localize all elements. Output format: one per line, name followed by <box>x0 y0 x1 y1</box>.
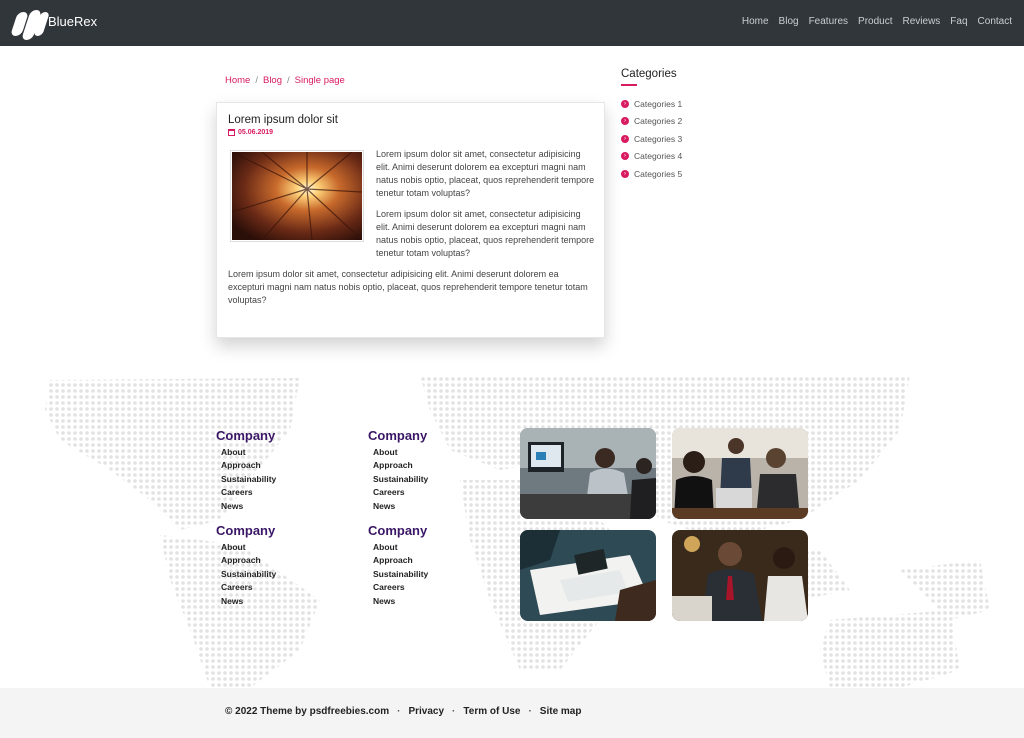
separator: · <box>397 706 401 717</box>
post-image <box>230 150 364 242</box>
category-label: Categories 1 <box>634 98 683 109</box>
category-label: Categories 2 <box>634 116 683 127</box>
footer-link-careers[interactable]: Careers <box>221 487 276 500</box>
separator: · <box>452 706 456 717</box>
category-item[interactable]: › Categories 1 <box>621 95 682 113</box>
nav-blog[interactable]: Blog <box>779 16 799 27</box>
footer-column-heading: Company <box>216 428 276 443</box>
brand-logo-icon[interactable] <box>10 6 50 40</box>
nav-faq[interactable]: Faq <box>950 16 967 27</box>
breadcrumb-current[interactable]: Single page <box>295 75 345 86</box>
category-label: Categories 4 <box>634 151 683 162</box>
footer-column: Company About Approach Sustainability Ca… <box>216 428 276 514</box>
breadcrumb: Home / Blog / Single page <box>225 75 345 86</box>
footer-column-heading: Company <box>216 523 276 538</box>
gallery-photo[interactable] <box>520 530 656 621</box>
gallery-photo[interactable] <box>520 428 656 519</box>
nav-reviews[interactable]: Reviews <box>903 16 941 27</box>
footer-column: Company About Approach Sustainability Ca… <box>368 523 428 609</box>
breadcrumb-separator: / <box>255 75 258 86</box>
post-date-text: 05.06.2019 <box>238 129 274 136</box>
sitemap-link[interactable]: Site map <box>540 706 582 717</box>
chevron-right-icon: › <box>621 152 629 161</box>
category-item[interactable]: › Categories 4 <box>621 148 682 166</box>
footer-link-approach[interactable]: Approach <box>373 460 428 473</box>
gallery-photo[interactable] <box>672 530 808 621</box>
footer-link-approach[interactable]: Approach <box>221 555 276 568</box>
category-label: Categories 3 <box>634 133 683 144</box>
category-item[interactable]: › Categories 3 <box>621 130 682 148</box>
footer-link-sustainability[interactable]: Sustainability <box>221 474 276 487</box>
footer-link-approach[interactable]: Approach <box>221 460 276 473</box>
category-label: Categories 5 <box>634 168 683 179</box>
nav-home[interactable]: Home <box>742 16 769 27</box>
world-map-background <box>45 375 990 688</box>
footer-column: Company About Approach Sustainability Ca… <box>368 428 428 514</box>
footer-link-sustainability[interactable]: Sustainability <box>221 569 276 582</box>
footer-column-heading: Company <box>368 428 428 443</box>
terms-link[interactable]: Term of Use <box>463 706 520 717</box>
categories-list: › Categories 1 › Categories 2 › Categories … <box>621 95 682 183</box>
footer-column: Company About Approach Sustainability Ca… <box>216 523 276 609</box>
brand-name[interactable]: BlueRex <box>48 14 97 29</box>
footer-link-sustainability[interactable]: Sustainability <box>373 474 428 487</box>
post-title: Lorem ipsum dolor sit <box>228 114 338 126</box>
top-navbar: BlueRex Home Blog Features Product Revie… <box>0 0 1024 46</box>
breadcrumb-home[interactable]: Home <box>225 75 250 86</box>
breadcrumb-separator: / <box>287 75 290 86</box>
category-item[interactable]: › Categories 5 <box>621 165 682 183</box>
main-nav: Home Blog Features Product Reviews Faq C… <box>742 16 1012 27</box>
categories-title: Categories <box>621 68 677 80</box>
footer-link-about[interactable]: About <box>373 542 428 555</box>
footer-link-news[interactable]: News <box>373 501 428 514</box>
chevron-right-icon: › <box>621 169 629 178</box>
breadcrumb-blog[interactable]: Blog <box>263 75 282 86</box>
bottom-links: © 2022 Theme by psdfreebies.com · Privac… <box>225 706 581 717</box>
footer-link-sustainability[interactable]: Sustainability <box>373 569 428 582</box>
nav-features[interactable]: Features <box>809 16 848 27</box>
footer-link-news[interactable]: News <box>221 596 276 609</box>
nav-contact[interactable]: Contact <box>978 16 1012 27</box>
footer-link-approach[interactable]: Approach <box>373 555 428 568</box>
footer-link-careers[interactable]: Careers <box>221 582 276 595</box>
footer-link-about[interactable]: About <box>221 542 276 555</box>
categories-underline <box>621 84 637 86</box>
nav-product[interactable]: Product <box>858 16 892 27</box>
post-card: Lorem ipsum dolor sit 05.06.2019 Lorem i… <box>216 102 605 338</box>
footer-column-heading: Company <box>368 523 428 538</box>
chevron-right-icon: › <box>621 134 629 143</box>
privacy-link[interactable]: Privacy <box>408 706 444 717</box>
chevron-right-icon: › <box>621 117 629 126</box>
post-paragraph: Lorem ipsum dolor sit amet, consectetur … <box>228 269 588 305</box>
chevron-right-icon: › <box>621 99 629 108</box>
footer-link-about[interactable]: About <box>373 447 428 460</box>
footer-link-news[interactable]: News <box>373 596 428 609</box>
footer-link-careers[interactable]: Careers <box>373 487 428 500</box>
post-date: 05.06.2019 <box>228 129 273 136</box>
footer-link-news[interactable]: News <box>221 501 276 514</box>
footer-link-careers[interactable]: Careers <box>373 582 428 595</box>
copyright-text: © 2022 Theme by psdfreebies.com <box>225 706 390 717</box>
gallery-photo[interactable] <box>672 428 808 519</box>
footer-link-about[interactable]: About <box>221 447 276 460</box>
separator: · <box>528 706 532 717</box>
calendar-icon <box>228 129 235 136</box>
category-item[interactable]: › Categories 2 <box>621 113 682 131</box>
